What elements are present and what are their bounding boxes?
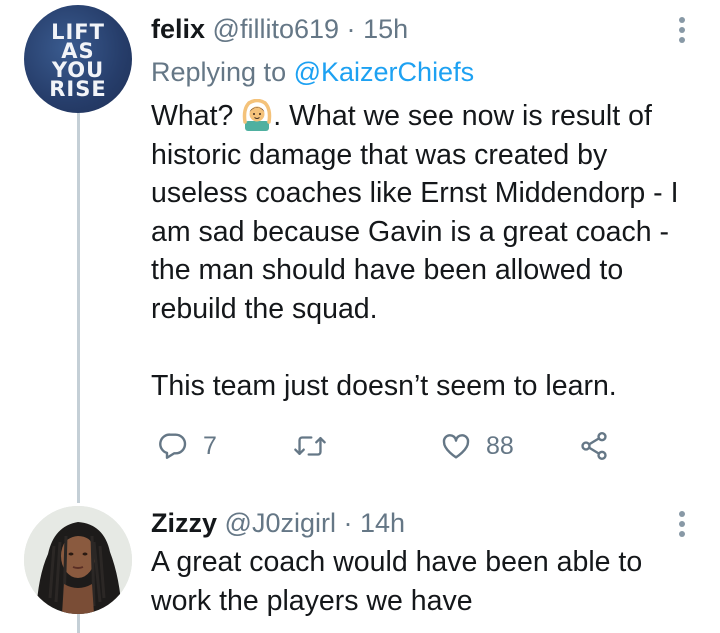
reply-button[interactable]: 7 <box>157 426 217 466</box>
reply-count: 7 <box>203 431 217 460</box>
tweet[interactable]: LIFT AS YOU RISE felix @fillito619 · 15h… <box>0 0 720 500</box>
tweet-text: What? . What we see now is result of his… <box>151 97 696 406</box>
replying-to-label: Replying to <box>151 57 287 87</box>
tweet-paragraph: What? . What we see now is result of his… <box>151 97 696 329</box>
man-gesturing-ok-emoji-icon <box>241 98 273 131</box>
tweet-text-start: What? <box>151 100 234 132</box>
more-dot <box>679 27 685 33</box>
tweet-text-rest: . What we see now is result of historic … <box>151 100 679 325</box>
tweet-header: felix @fillito619 · 15h <box>151 13 408 45</box>
user-handle[interactable]: @fillito619 <box>213 14 339 44</box>
avatar[interactable]: LIFT AS YOU RISE <box>24 5 132 113</box>
replying-to: Replying to @KaizerChiefs <box>151 56 474 88</box>
user-handle[interactable]: @J0zigirl <box>225 508 336 538</box>
separator-dot: · <box>346 14 356 44</box>
tweet[interactable]: Zizzy @J0zigirl · 14h A great coach woul… <box>0 500 720 633</box>
more-dot <box>679 531 685 537</box>
tweet-thread: LIFT AS YOU RISE felix @fillito619 · 15h… <box>0 0 720 633</box>
replying-to-handle-link[interactable]: @KaizerChiefs <box>294 57 474 87</box>
avatar-photo-image <box>24 506 132 614</box>
heart-icon <box>440 430 472 462</box>
avatar[interactable] <box>24 506 132 614</box>
like-button[interactable]: 88 <box>440 426 514 466</box>
display-name[interactable]: Zizzy <box>151 508 217 538</box>
retweet-button[interactable] <box>293 426 327 466</box>
tweet-actions: 7 88 <box>151 426 621 466</box>
share-button[interactable] <box>578 426 610 466</box>
like-count: 88 <box>486 431 514 460</box>
more-options-icon[interactable] <box>678 17 686 47</box>
reply-icon <box>157 430 189 462</box>
tweet-text: A great coach would have been able to wo… <box>151 546 643 617</box>
timestamp[interactable]: 15h <box>363 14 408 44</box>
avatar-logo-text: LIFT AS YOU RISE <box>49 20 107 101</box>
share-icon <box>578 430 610 462</box>
timestamp[interactable]: 14h <box>360 508 405 538</box>
display-name[interactable]: felix <box>151 14 205 44</box>
tweet-header: Zizzy @J0zigirl · 14h <box>151 507 405 539</box>
tweet-paragraph-2: This team just doesn’t seem to learn. <box>151 370 617 403</box>
retweet-icon <box>293 430 327 462</box>
more-options-icon[interactable] <box>678 511 686 541</box>
separator-dot: · <box>343 508 353 538</box>
more-dot <box>679 521 685 527</box>
more-dot <box>679 17 685 23</box>
more-dot <box>679 511 685 517</box>
more-dot <box>679 37 685 43</box>
